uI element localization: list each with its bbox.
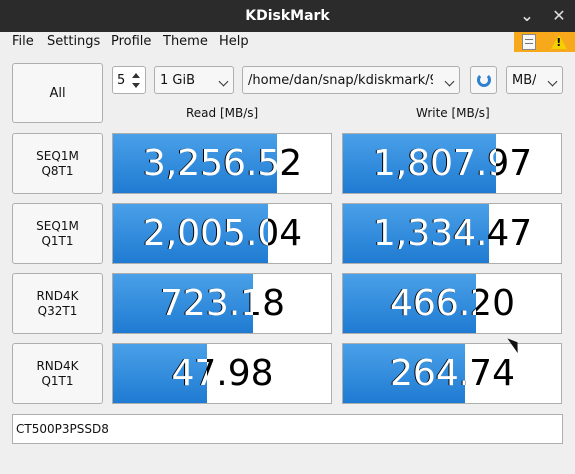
test-label-line1: SEQ1M [36,148,79,163]
unit-select[interactable]: MB/s [506,66,563,94]
test-label-line1: RND4K [36,288,79,303]
test-button[interactable]: RND4K Q1T1 [12,343,103,404]
path-value: /home/dan/snap/kdiskmark/99 3 [248,72,433,88]
write-value-overlay: 264.74 [343,344,465,403]
title-bar: KDiskMark ⌄ ✕ [0,0,575,32]
test-label: SEQ1M Q1T1 [36,219,79,249]
chevron-down-icon [218,76,229,87]
read-header: Read [MB/s] [186,106,259,120]
menu-theme[interactable]: Theme [163,34,208,49]
write-value-overlay: 1,807.97 [343,134,496,193]
read-value-overlay-text: 723.18 [160,283,253,324]
read-result: 2,005.042,005.04 [112,203,332,264]
read-value-overlay: 2,005.04 [113,204,268,263]
write-result: 1,334.471,334.47 [342,203,562,264]
test-label-line2: Q1T1 [41,373,74,388]
write-header: Write [MB/s] [416,106,490,120]
test-label-line2: Q32T1 [37,303,78,318]
runs-value: 5 [117,72,126,88]
read-value-overlay-text: 47.98 [171,353,206,394]
test-label-line2: Q8T1 [41,163,74,178]
test-label: SEQ1M Q8T1 [36,149,79,179]
chevron-down-icon [444,76,455,87]
write-value-overlay-text: 466.20 [390,283,476,324]
menu-bar: File Settings Profile Theme Help [0,32,575,52]
minimize-icon[interactable]: ⌄ [517,6,537,26]
menu-file[interactable]: File [12,34,34,49]
refresh-icon [476,73,491,87]
write-result: 466.20466.20 [342,273,562,334]
test-label: RND4K Q32T1 [36,289,78,319]
menu-settings[interactable]: Settings [47,34,100,49]
size-value: 1 GiB [160,72,196,88]
test-button[interactable]: SEQ1M Q8T1 [12,133,103,194]
document-icon[interactable] [521,34,536,50]
test-label-line1: SEQ1M [36,218,79,233]
write-value-overlay-text: 264.74 [390,353,465,394]
menu-profile[interactable]: Profile [111,34,151,49]
menu-help[interactable]: Help [219,34,249,49]
write-result: 264.74264.74 [342,343,562,404]
unit-value: MB/s [512,72,536,88]
device-name: CT500P3PSSD8 [16,422,109,436]
write-value-overlay: 466.20 [343,274,476,333]
read-value-overlay-text: 2,005.04 [142,213,268,254]
test-label: RND4K Q1T1 [36,359,78,389]
read-value-overlay-text: 3,256.52 [142,143,277,184]
chevron-down-icon[interactable] [132,83,140,88]
read-value-overlay: 47.98 [113,344,206,403]
path-select[interactable]: /home/dan/snap/kdiskmark/99 3 [242,66,460,94]
write-value-overlay-text: 1,807.97 [372,143,496,184]
read-result: 723.18723.18 [112,273,332,334]
test-button[interactable]: SEQ1M Q1T1 [12,203,103,264]
test-label-line2: Q1T1 [41,233,74,248]
chevron-down-icon [547,76,558,87]
chevron-up-icon[interactable] [132,73,140,78]
warning-icon[interactable]: ! [551,35,568,49]
read-value-overlay: 723.18 [113,274,253,333]
status-indicator: ! [514,32,575,52]
run-all-label: All [49,85,66,101]
close-icon[interactable]: ✕ [549,6,569,26]
device-field: CT500P3PSSD8 [12,414,563,444]
write-value-overlay-text: 1,334.47 [372,213,489,254]
test-label-line1: RND4K [36,358,79,373]
runs-stepper[interactable] [129,66,143,94]
size-select[interactable]: 1 GiB [154,66,234,94]
test-button[interactable]: RND4K Q32T1 [12,273,103,334]
read-value-overlay: 3,256.52 [113,134,277,193]
write-value-overlay: 1,334.47 [343,204,489,263]
read-result: 47.9847.98 [112,343,332,404]
window-title: KDiskMark [245,8,330,24]
write-result: 1,807.971,807.97 [342,133,562,194]
refresh-button[interactable] [470,66,497,94]
read-result: 3,256.523,256.52 [112,133,332,194]
run-all-button[interactable]: All [12,63,103,123]
